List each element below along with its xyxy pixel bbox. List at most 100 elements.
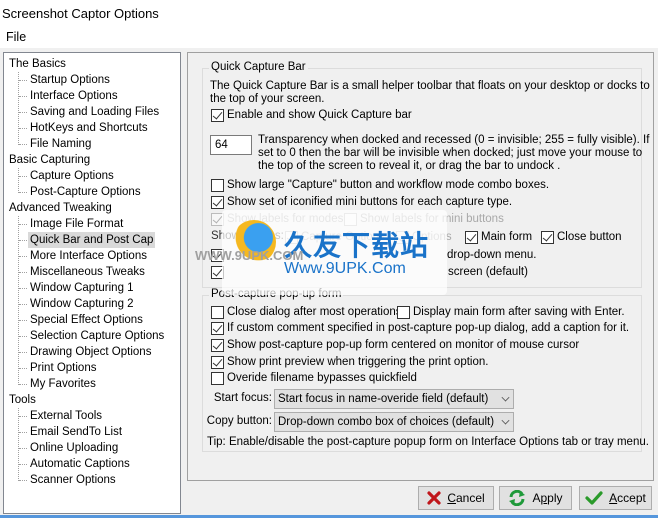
tree-item[interactable]: Print Options <box>28 360 98 376</box>
tree-connector <box>19 256 27 257</box>
btn-options-checkbox[interactable]: Options <box>396 230 452 244</box>
close-dialog-checkbox[interactable]: Close dialog after most operations. <box>211 305 405 319</box>
transparency-text-2: set to 0 then the bar will be invisible … <box>258 147 643 159</box>
tree-connector <box>19 192 27 193</box>
checkbox-box[interactable] <box>211 321 224 335</box>
checkmark-icon <box>585 491 603 505</box>
tree-connector <box>18 168 19 193</box>
qcb-description-1: The Quick Capture Bar is a small helper … <box>210 80 650 92</box>
start-focus-select[interactable]: Start focus in name-overide field (defau… <box>274 389 514 409</box>
checkbox-box[interactable] <box>211 371 224 385</box>
tree-item[interactable]: Saving and Loading Files <box>28 104 161 120</box>
checkbox-box[interactable] <box>211 108 224 122</box>
tree-connector <box>19 304 27 305</box>
tree-item[interactable]: Window Capturing 2 <box>28 296 136 312</box>
chevron-down-icon <box>501 416 510 425</box>
checkbox-box[interactable] <box>541 230 554 244</box>
accept-button[interactable]: Accept <box>579 486 652 510</box>
x-icon <box>427 491 441 505</box>
tree-item[interactable]: Automatic Captions <box>28 456 132 472</box>
large-capture-checkbox[interactable]: Show large "Capture" button and workflow… <box>211 178 549 192</box>
tree-item[interactable]: Image File Format <box>28 216 125 232</box>
tree-item[interactable]: Selection Capture Options <box>28 328 166 344</box>
tree-item[interactable]: Post-Capture Options <box>28 184 143 200</box>
tree-connector <box>18 408 19 481</box>
tree-group[interactable]: Tools <box>9 392 36 408</box>
start-focus-label: Start focus: <box>213 392 272 404</box>
refresh-icon <box>508 490 526 506</box>
tree-connector <box>19 464 27 465</box>
transparency-input[interactable] <box>210 135 252 155</box>
tree-item[interactable]: My Favorites <box>28 376 98 392</box>
tree-item[interactable]: Special Effect Options <box>28 312 145 328</box>
tree-connector <box>18 216 19 385</box>
tree-item[interactable]: More Interface Options <box>28 248 149 264</box>
checkbox-box[interactable] <box>396 230 409 244</box>
menu-file[interactable]: File <box>6 30 26 44</box>
tree-item[interactable]: Online Uploading <box>28 440 120 456</box>
checkbox-box[interactable] <box>344 212 357 226</box>
copy-button-select[interactable]: Drop-down combo box of choices (default) <box>274 412 514 432</box>
tree-item[interactable]: External Tools <box>28 408 104 424</box>
tree-connector <box>19 240 27 241</box>
display-main-checkbox[interactable]: Display main form after saving with Ente… <box>397 305 625 319</box>
menu-bar: File <box>0 28 658 48</box>
options-tree[interactable]: The Basics Startup Options Interface Optio… <box>3 52 181 514</box>
tree-item[interactable]: Window Capturing 1 <box>28 280 136 296</box>
tree-item[interactable]: Miscellaneous Tweaks <box>28 264 147 280</box>
checkbox-box[interactable] <box>211 338 224 352</box>
tree-item[interactable]: Scanner Options <box>28 472 118 488</box>
tree-item[interactable]: Drawing Object Options <box>28 344 153 360</box>
checkbox-box[interactable] <box>211 355 224 369</box>
window-title: Screenshot Captor Options <box>2 6 159 21</box>
checkbox-box[interactable] <box>211 248 224 262</box>
checkbox-box[interactable] <box>211 195 224 209</box>
checkbox-box[interactable] <box>285 230 298 244</box>
btn-main-form-checkbox[interactable]: Main form <box>465 230 532 244</box>
enable-quick-capture-checkbox[interactable]: Enable and show Quick Capture bar <box>211 108 412 122</box>
dropdown-menu-checkbox[interactable]: drop-down menu. <box>211 248 537 262</box>
apply-button[interactable]: Ap ply <box>499 486 572 510</box>
tree-connector <box>19 448 27 449</box>
tree-connector <box>19 288 27 289</box>
btn-close-checkbox[interactable]: Close button <box>541 230 622 244</box>
checkbox-box[interactable] <box>465 230 478 244</box>
checkbox-box[interactable] <box>211 178 224 192</box>
tree-connector <box>19 96 27 97</box>
override-filename-checkbox[interactable]: Overide filename bypasses quickfield <box>211 371 417 385</box>
tree-group[interactable]: The Basics <box>9 56 66 72</box>
tree-connector <box>19 336 27 337</box>
tree-item[interactable]: File Naming <box>28 136 93 152</box>
tree-item[interactable]: Email SendTo List <box>28 424 124 440</box>
tree-group[interactable]: Basic Capturing <box>9 152 90 168</box>
tree-item[interactable]: Interface Options <box>28 88 120 104</box>
checkbox-box[interactable] <box>211 305 224 319</box>
checkbox-box[interactable] <box>211 265 224 279</box>
copy-button-label: Copy button: <box>206 415 272 427</box>
tree-item[interactable]: Capture Options <box>28 168 116 184</box>
checkbox-box[interactable] <box>397 305 410 319</box>
allow-dock-checkbox[interactable]: screen (default) <box>211 265 528 279</box>
tree-connector <box>19 416 27 417</box>
print-preview-checkbox[interactable]: Show print preview when triggering the p… <box>211 355 488 369</box>
qcb-description-2: the top of your screen. <box>210 93 325 105</box>
labels-modes-checkbox[interactable]: Show labels for modes <box>211 212 343 226</box>
checkbox-box[interactable] <box>211 212 224 226</box>
tip-text: Tip: Enable/disable the post-capture pop… <box>207 436 649 448</box>
custom-comment-checkbox[interactable]: If custom comment specified in post-capt… <box>211 321 629 335</box>
tree-connector <box>19 432 27 433</box>
tree-connector <box>19 176 27 177</box>
cancel-button[interactable]: Cancel <box>418 486 494 510</box>
chevron-down-icon <box>501 393 510 402</box>
tree-item[interactable]: HotKeys and Shortcuts <box>28 120 150 136</box>
title-bar: Screenshot Captor Options <box>0 0 658 28</box>
tree-item[interactable]: Quick Bar and Post Cap <box>28 232 156 248</box>
tree-item[interactable]: Startup Options <box>28 72 112 88</box>
tree-connector <box>19 272 27 273</box>
centered-popup-checkbox[interactable]: Show post-capture pop-up form centered o… <box>211 338 579 352</box>
iconified-buttons-checkbox[interactable]: Show set of iconified mini buttons for e… <box>211 195 512 209</box>
labels-mini-checkbox[interactable]: Show labels for mini buttons <box>344 212 504 226</box>
btn-capture-options-checkbox[interactable]: Capture Options <box>285 230 385 244</box>
tree-connector <box>19 128 27 129</box>
tree-group[interactable]: Advanced Tweaking <box>9 200 112 216</box>
